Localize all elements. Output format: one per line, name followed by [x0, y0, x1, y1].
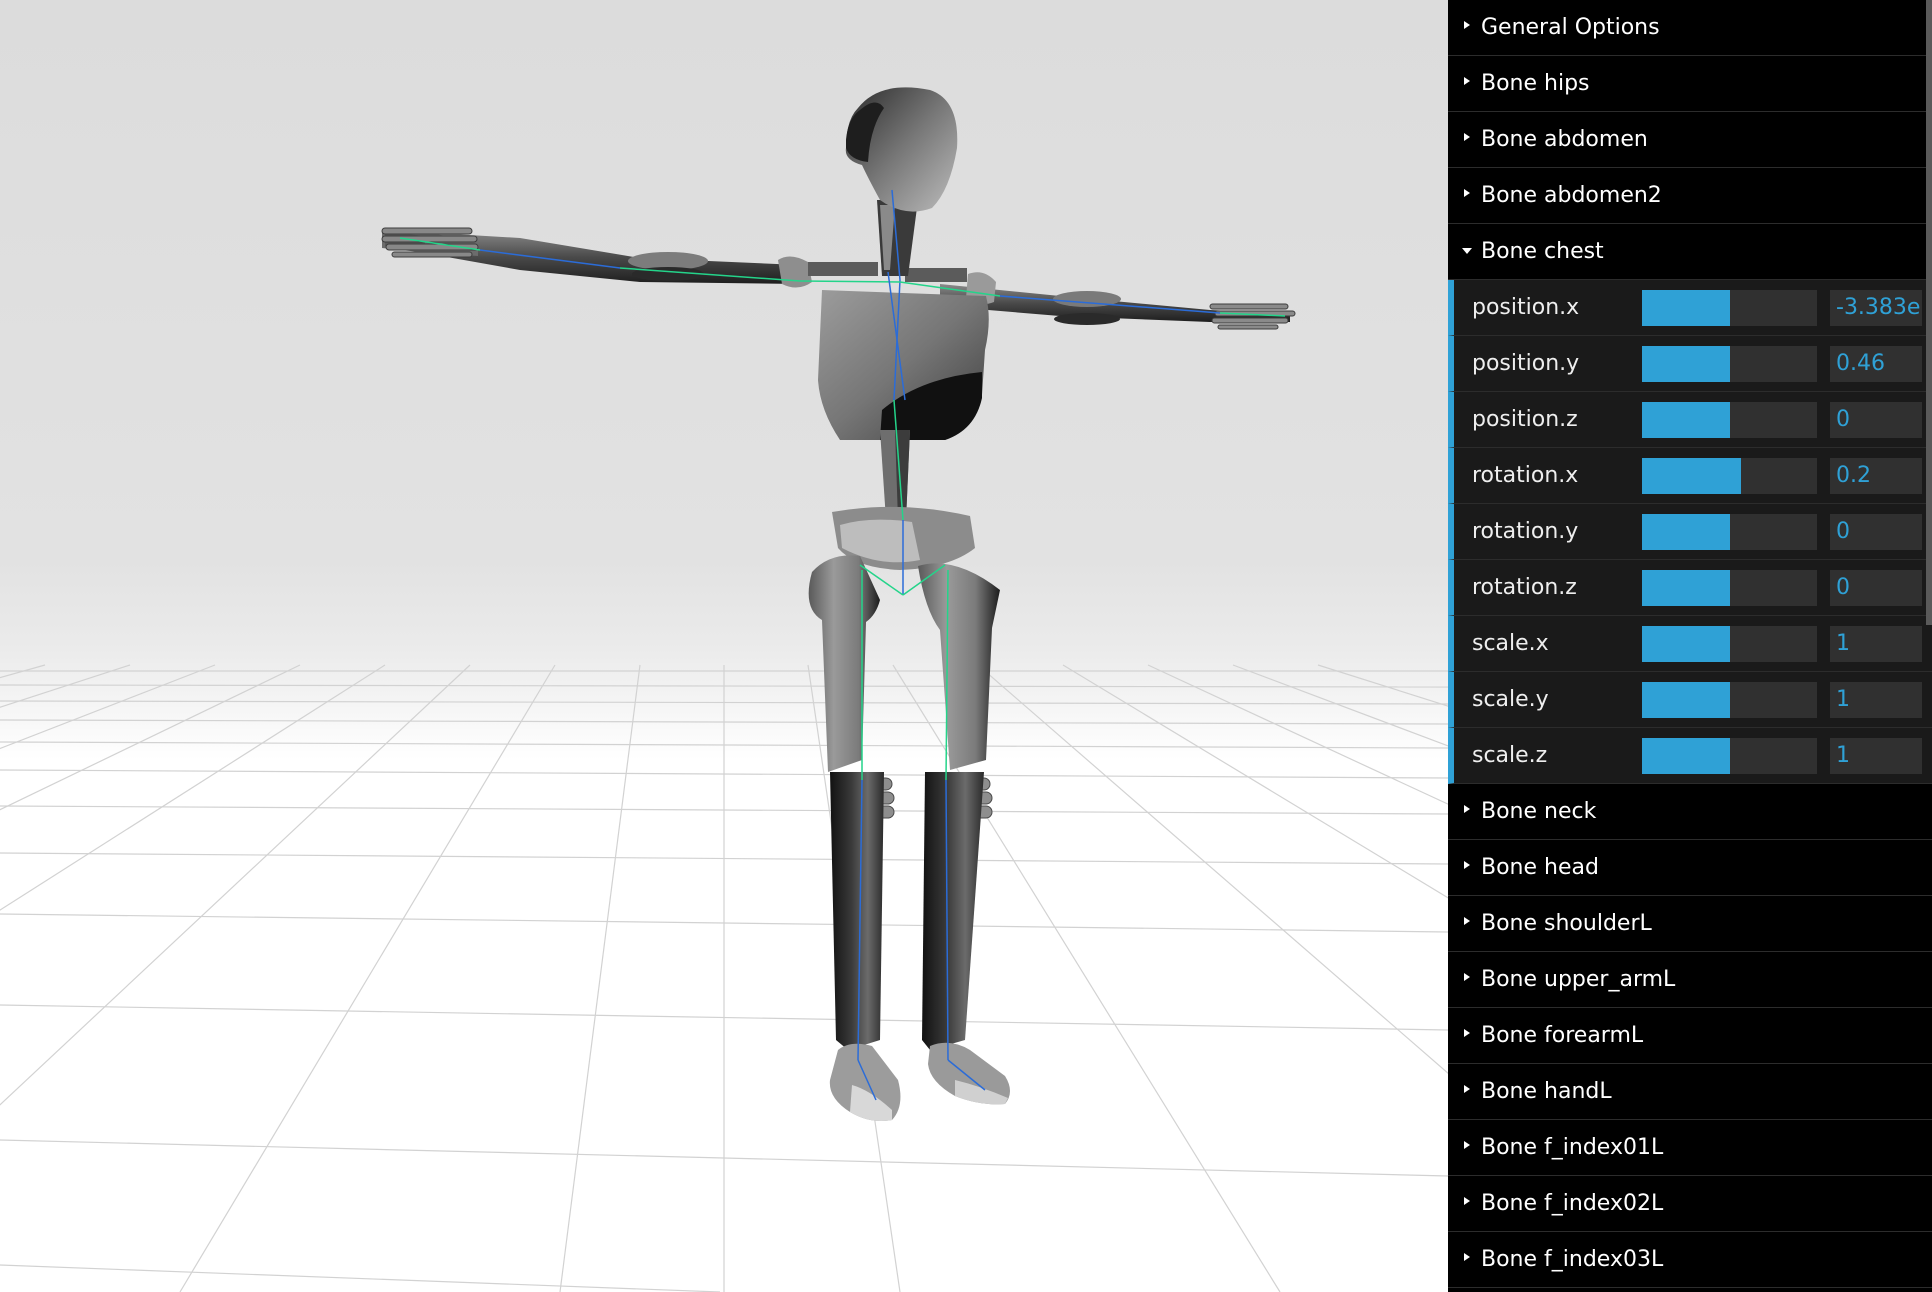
scrollbar[interactable] [1926, 0, 1932, 625]
triangle-right-icon [1462, 840, 1474, 895]
control-position-z: position.z 0 [1448, 392, 1932, 448]
number-input[interactable]: 0 [1830, 402, 1922, 438]
triangle-right-icon [1462, 1064, 1474, 1119]
control-label: rotation.z [1472, 575, 1577, 600]
folder-bone-abdomen[interactable]: Bone abdomen [1448, 112, 1932, 168]
triangle-right-icon [1462, 112, 1474, 167]
control-position-x: position.x -3.383e [1448, 280, 1932, 336]
folder-title: Bone forearmL [1481, 1023, 1644, 1048]
number-input[interactable]: 0.2 [1830, 458, 1922, 494]
number-input[interactable]: 1 [1830, 738, 1922, 774]
triangle-right-icon [1462, 1008, 1474, 1063]
number-input[interactable]: 0 [1830, 514, 1922, 550]
folder-bone-handl[interactable]: Bone handL [1448, 1064, 1932, 1120]
slider-fill [1642, 738, 1730, 774]
slider-fill [1642, 570, 1730, 606]
slider[interactable] [1642, 682, 1817, 718]
folder-bone-shoulderl[interactable]: Bone shoulderL [1448, 896, 1932, 952]
number-input[interactable]: 1 [1830, 626, 1922, 662]
control-label: scale.y [1472, 687, 1549, 712]
triangle-right-icon [1462, 0, 1474, 55]
folder-title: General Options [1481, 15, 1660, 40]
triangle-right-icon [1462, 168, 1474, 223]
control-label: scale.z [1472, 743, 1548, 768]
folder-title: Bone f_index02L [1481, 1191, 1664, 1216]
folder-bone-forearml[interactable]: Bone forearmL [1448, 1008, 1932, 1064]
folder-bone-f-index02l[interactable]: Bone f_index02L [1448, 1176, 1932, 1232]
number-input[interactable]: 1 [1830, 682, 1922, 718]
floor-grid [0, 664, 1448, 1292]
control-label: position.x [1472, 295, 1580, 320]
slider-fill [1642, 402, 1730, 438]
triangle-right-icon [1462, 952, 1474, 1007]
control-scale-y: scale.y 1 [1448, 672, 1932, 728]
control-label: scale.x [1472, 631, 1549, 656]
slider[interactable] [1642, 290, 1817, 326]
control-rotation-x: rotation.x 0.2 [1448, 448, 1932, 504]
triangle-down-icon [1462, 224, 1474, 279]
folder-title: Bone upper_armL [1481, 967, 1676, 992]
slider-fill [1642, 458, 1741, 494]
folder-bone-upper-arml[interactable]: Bone upper_armL [1448, 952, 1932, 1008]
folder-bone-chest[interactable]: Bone chest [1448, 224, 1932, 280]
folder-title: Bone f_index01L [1481, 1135, 1664, 1160]
triangle-right-icon [1462, 784, 1474, 839]
folder-title: Bone f_index03L [1481, 1247, 1664, 1272]
3d-viewport[interactable] [0, 0, 1448, 1292]
slider[interactable] [1642, 402, 1817, 438]
slider-fill [1642, 682, 1730, 718]
folder-title: Bone shoulderL [1481, 911, 1652, 936]
triangle-right-icon [1462, 56, 1474, 111]
folder-title: Bone neck [1481, 799, 1597, 824]
control-rotation-y: rotation.y 0 [1448, 504, 1932, 560]
number-input[interactable]: 0.46 [1830, 346, 1922, 382]
folder-general-options[interactable]: General Options [1448, 0, 1932, 56]
triangle-right-icon [1462, 896, 1474, 951]
control-scale-x: scale.x 1 [1448, 616, 1932, 672]
control-label: position.z [1472, 407, 1578, 432]
folder-title: Bone abdomen2 [1481, 183, 1662, 208]
control-position-y: position.y 0.46 [1448, 336, 1932, 392]
folder-title: Bone hips [1481, 71, 1590, 96]
control-rotation-z: rotation.z 0 [1448, 560, 1932, 616]
triangle-right-icon [1462, 1120, 1474, 1175]
triangle-right-icon [1462, 1176, 1474, 1231]
triangle-right-icon [1462, 1232, 1474, 1287]
gui-panel: General Options Bone hips Bone abdomen Bone… [1448, 0, 1932, 1292]
slider-fill [1642, 346, 1730, 382]
folder-bone-head[interactable]: Bone head [1448, 840, 1932, 896]
folder-bone-f-index03l[interactable]: Bone f_index03L [1448, 1232, 1932, 1288]
slider-fill [1642, 626, 1730, 662]
slider[interactable] [1642, 458, 1817, 494]
slider-fill [1642, 290, 1730, 326]
slider[interactable] [1642, 570, 1817, 606]
folder-bone-neck[interactable]: Bone neck [1448, 784, 1932, 840]
control-label: position.y [1472, 351, 1580, 376]
number-input[interactable]: 0 [1830, 570, 1922, 606]
mannequin-model [381, 87, 1296, 1121]
slider[interactable] [1642, 346, 1817, 382]
control-label: rotation.y [1472, 519, 1579, 544]
slider[interactable] [1642, 514, 1817, 550]
slider-fill [1642, 514, 1730, 550]
folder-bone-abdomen2[interactable]: Bone abdomen2 [1448, 168, 1932, 224]
scene-canvas[interactable] [0, 0, 1448, 1292]
folder-bone-hips[interactable]: Bone hips [1448, 56, 1932, 112]
folder-title: Bone abdomen [1481, 127, 1648, 152]
slider[interactable] [1642, 626, 1817, 662]
control-scale-z: scale.z 1 [1448, 728, 1932, 784]
number-input[interactable]: -3.383e [1830, 290, 1922, 326]
control-label: rotation.x [1472, 463, 1579, 488]
folder-title: Bone handL [1481, 1079, 1612, 1104]
folder-bone-f-index01l[interactable]: Bone f_index01L [1448, 1120, 1932, 1176]
slider[interactable] [1642, 738, 1817, 774]
folder-title: Bone chest [1481, 239, 1604, 264]
folder-title: Bone head [1481, 855, 1599, 880]
